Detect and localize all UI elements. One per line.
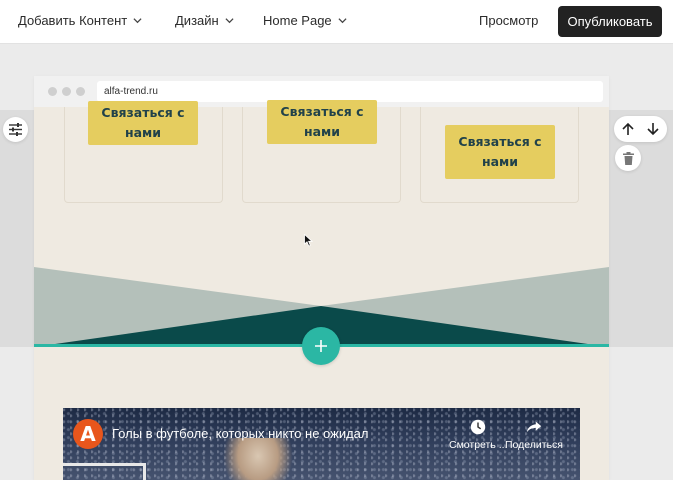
move-up-button[interactable] xyxy=(619,120,637,138)
contact-button[interactable]: Связаться с нами xyxy=(267,100,377,144)
arrow-up-icon xyxy=(622,122,634,135)
clock-icon xyxy=(471,419,486,435)
contact-button[interactable]: Связаться с нами xyxy=(445,125,555,179)
share-button[interactable]: Поделиться xyxy=(505,418,563,451)
window-dot xyxy=(62,87,71,96)
contact-button[interactable]: Связаться с нами xyxy=(88,101,198,145)
section-settings-button[interactable] xyxy=(3,117,28,142)
menu-add-content-label: Добавить Контент xyxy=(18,13,128,28)
trash-icon xyxy=(622,151,634,165)
channel-avatar[interactable]: A xyxy=(73,419,103,449)
share-icon xyxy=(526,421,542,433)
watch-later-label: Смотреть ... xyxy=(449,439,508,451)
add-section-button[interactable] xyxy=(302,327,340,365)
publish-button[interactable]: Опубликовать xyxy=(558,6,662,37)
preview-link[interactable]: Просмотр xyxy=(479,13,538,28)
sliders-icon xyxy=(9,123,22,136)
window-dot xyxy=(76,87,85,96)
watch-later-button[interactable]: Смотреть ... xyxy=(449,418,508,451)
arrow-down-icon xyxy=(647,123,659,136)
menu-page-select[interactable]: Home Page xyxy=(263,13,347,28)
move-down-button[interactable] xyxy=(644,120,662,138)
editor-topbar: Добавить Контент Дизайн Home Page Просмо… xyxy=(0,0,673,44)
delete-section-button[interactable] xyxy=(615,145,641,171)
video-title[interactable]: Голы в футболе, которых никто не ожидал xyxy=(112,426,402,441)
feature-card: Связаться с нами xyxy=(420,107,579,203)
move-section-controls xyxy=(614,116,667,142)
video-thumbnail-player xyxy=(223,438,293,480)
video-embed[interactable]: A Голы в футболе, которых никто не ожида… xyxy=(63,408,580,480)
feature-card: Связаться с нами xyxy=(242,100,401,203)
site-preview-frame: alfa-trend.ru Связаться с нами Связаться… xyxy=(34,76,609,480)
menu-design-label: Дизайн xyxy=(175,13,219,28)
menu-page-select-label: Home Page xyxy=(263,13,332,28)
chevron-down-icon xyxy=(133,18,142,24)
menu-add-content[interactable]: Добавить Контент xyxy=(18,13,142,28)
url-bar: alfa-trend.ru xyxy=(97,81,603,102)
feature-card: Связаться с нами xyxy=(64,101,223,203)
chevron-down-icon xyxy=(338,18,347,24)
plus-icon xyxy=(315,340,327,352)
share-label: Поделиться xyxy=(505,439,563,451)
mouse-cursor-icon xyxy=(304,234,313,247)
menu-design[interactable]: Дизайн xyxy=(175,13,234,28)
video-thumbnail-goal xyxy=(63,463,146,480)
chevron-down-icon xyxy=(225,18,234,24)
window-dot xyxy=(48,87,57,96)
